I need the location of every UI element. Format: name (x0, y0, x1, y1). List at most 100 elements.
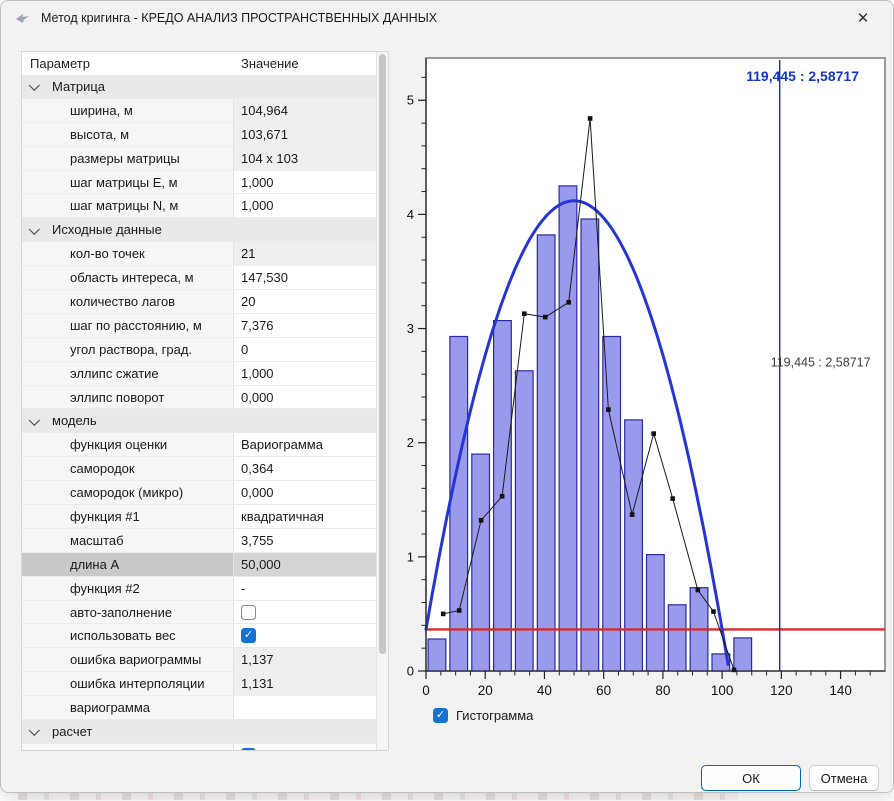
histogram-bar (625, 420, 643, 671)
x-tick-label: 100 (711, 683, 734, 698)
checkbox-checked-icon[interactable]: ✓ (241, 748, 256, 750)
param-value[interactable]: ✓ (234, 624, 376, 647)
param-value[interactable]: - (234, 577, 376, 600)
param-row[interactable]: количество лагов20 (22, 290, 376, 314)
y-tick-label: 0 (407, 664, 414, 679)
param-value[interactable]: 0,364 (234, 457, 376, 480)
param-label: ширина, м (22, 99, 234, 122)
param-row[interactable]: ошибка интерполяции1,131 (22, 672, 376, 696)
parameter-table: Параметр Значение Матрицаширина, м104,96… (21, 51, 389, 751)
param-row[interactable]: самородок0,364 (22, 457, 376, 481)
param-value: 104,964 (234, 99, 376, 122)
param-value[interactable]: 3,755 (234, 529, 376, 552)
checkbox-checked-icon[interactable]: ✓ (433, 708, 448, 723)
param-row[interactable]: размеры матрицы104 x 103 (22, 147, 376, 171)
data-point-marker (441, 612, 446, 617)
param-row[interactable]: эллипс сжатие1,000 (22, 362, 376, 386)
data-point-marker (606, 407, 611, 412)
variogram-chart[interactable]: 012345020406080100120140119,445 : 2,5871… (399, 51, 889, 703)
table-scrollbar[interactable] (376, 52, 388, 750)
param-row[interactable]: угол раствора, град.0 (22, 338, 376, 362)
chevron-down-icon[interactable] (29, 415, 40, 426)
titlebar: Метод кригинга - КРЕДО АНАЛИЗ ПРОСТРАНСТ… (1, 1, 893, 35)
param-row[interactable]: эллипс поворот0,000 (22, 386, 376, 410)
data-point-marker (566, 300, 571, 305)
param-row[interactable]: функция #1квадратичная (22, 505, 376, 529)
param-value[interactable]: 0,000 (234, 481, 376, 504)
param-row[interactable]: функция оценкиВариограмма (22, 433, 376, 457)
param-value[interactable] (234, 696, 376, 719)
param-value[interactable]: 0 (234, 338, 376, 361)
param-value[interactable] (234, 601, 376, 624)
screen: Метод кригинга - КРЕДО АНАЛИЗ ПРОСТРАНСТ… (0, 0, 894, 801)
group-label: Матрица (52, 79, 105, 94)
param-row[interactable]: использовать вес ✓ (22, 624, 376, 648)
param-value[interactable]: 20 (234, 290, 376, 313)
param-row[interactable]: шаг по расстоянию, м7,376 (22, 314, 376, 338)
param-label: использовать вес (22, 624, 234, 647)
param-row[interactable]: функция #2- (22, 577, 376, 601)
param-row[interactable]: все точки ✓ (22, 744, 376, 750)
param-row[interactable]: вариограмма (22, 696, 376, 720)
param-row[interactable]: самородок (микро)0,000 (22, 481, 376, 505)
param-value[interactable]: ✓ (234, 744, 376, 750)
param-label: все точки (22, 744, 234, 750)
param-value[interactable]: 1,000 (234, 362, 376, 385)
histogram-bar (668, 605, 686, 671)
group-row[interactable]: Матрица (22, 75, 376, 99)
param-value[interactable]: квадратичная (234, 505, 376, 528)
param-row[interactable]: кол-во точек21 (22, 242, 376, 266)
param-label: функция #1 (22, 505, 234, 528)
chevron-down-icon[interactable] (29, 223, 40, 234)
param-value[interactable]: 0,000 (234, 386, 376, 409)
param-row[interactable]: длина A50,000 (22, 553, 376, 577)
y-tick-label: 1 (407, 549, 414, 564)
close-button[interactable]: ✕ (845, 3, 881, 33)
param-label: функция оценки (22, 433, 234, 456)
param-label: шаг матрицы E, м (22, 171, 234, 194)
scrollbar-thumb[interactable] (379, 54, 386, 654)
param-label: угол раствора, град. (22, 338, 234, 361)
param-label: шаг по расстоянию, м (22, 314, 234, 337)
group-row[interactable]: Исходные данные (22, 218, 376, 242)
param-row[interactable]: шаг матрицы E, м1,000 (22, 171, 376, 195)
chevron-down-icon[interactable] (29, 725, 40, 736)
app-icon (15, 11, 31, 25)
y-tick-label: 3 (407, 321, 414, 336)
param-value[interactable]: 1,000 (234, 171, 376, 194)
param-value: 21 (234, 242, 376, 265)
param-row[interactable]: ширина, м104,964 (22, 99, 376, 123)
param-row[interactable]: ошибка вариограммы1,137 (22, 648, 376, 672)
data-point-marker (588, 116, 593, 121)
histogram-bar (603, 337, 621, 672)
y-tick-label: 2 (407, 435, 414, 450)
cancel-button[interactable]: Отмена (809, 765, 879, 791)
data-point-marker (711, 609, 716, 614)
ok-button[interactable]: ОК (701, 765, 801, 791)
checkbox-unchecked-icon[interactable] (241, 605, 256, 620)
param-label: длина A (22, 553, 234, 576)
column-header-value: Значение (234, 56, 388, 71)
x-tick-label: 120 (770, 683, 793, 698)
crosshair-coordinates-top: 119,445 : 2,58717 (746, 68, 859, 84)
param-row[interactable]: авто-заполнение (22, 601, 376, 625)
param-row[interactable]: масштаб3,755 (22, 529, 376, 553)
chevron-down-icon[interactable] (29, 80, 40, 91)
group-row[interactable]: модель (22, 409, 376, 433)
data-point-marker (651, 431, 656, 436)
group-row[interactable]: расчет (22, 720, 376, 744)
param-row[interactable]: высота, м103,671 (22, 123, 376, 147)
param-label: авто-заполнение (22, 601, 234, 624)
param-label: кол-во точек (22, 242, 234, 265)
param-row[interactable]: область интереса, м147,530 (22, 266, 376, 290)
checkbox-checked-icon[interactable]: ✓ (241, 628, 256, 643)
param-value[interactable]: 7,376 (234, 314, 376, 337)
param-label: вариограмма (22, 696, 234, 719)
histogram-toggle[interactable]: ✓ Гистограмма (433, 708, 533, 723)
param-value[interactable]: 1,000 (234, 194, 376, 217)
param-value[interactable]: Вариограмма (234, 433, 376, 456)
param-value[interactable]: 147,530 (234, 266, 376, 289)
histogram-bar (647, 555, 665, 671)
histogram-bar (734, 638, 752, 671)
param-row[interactable]: шаг матрицы N, м1,000 (22, 194, 376, 218)
